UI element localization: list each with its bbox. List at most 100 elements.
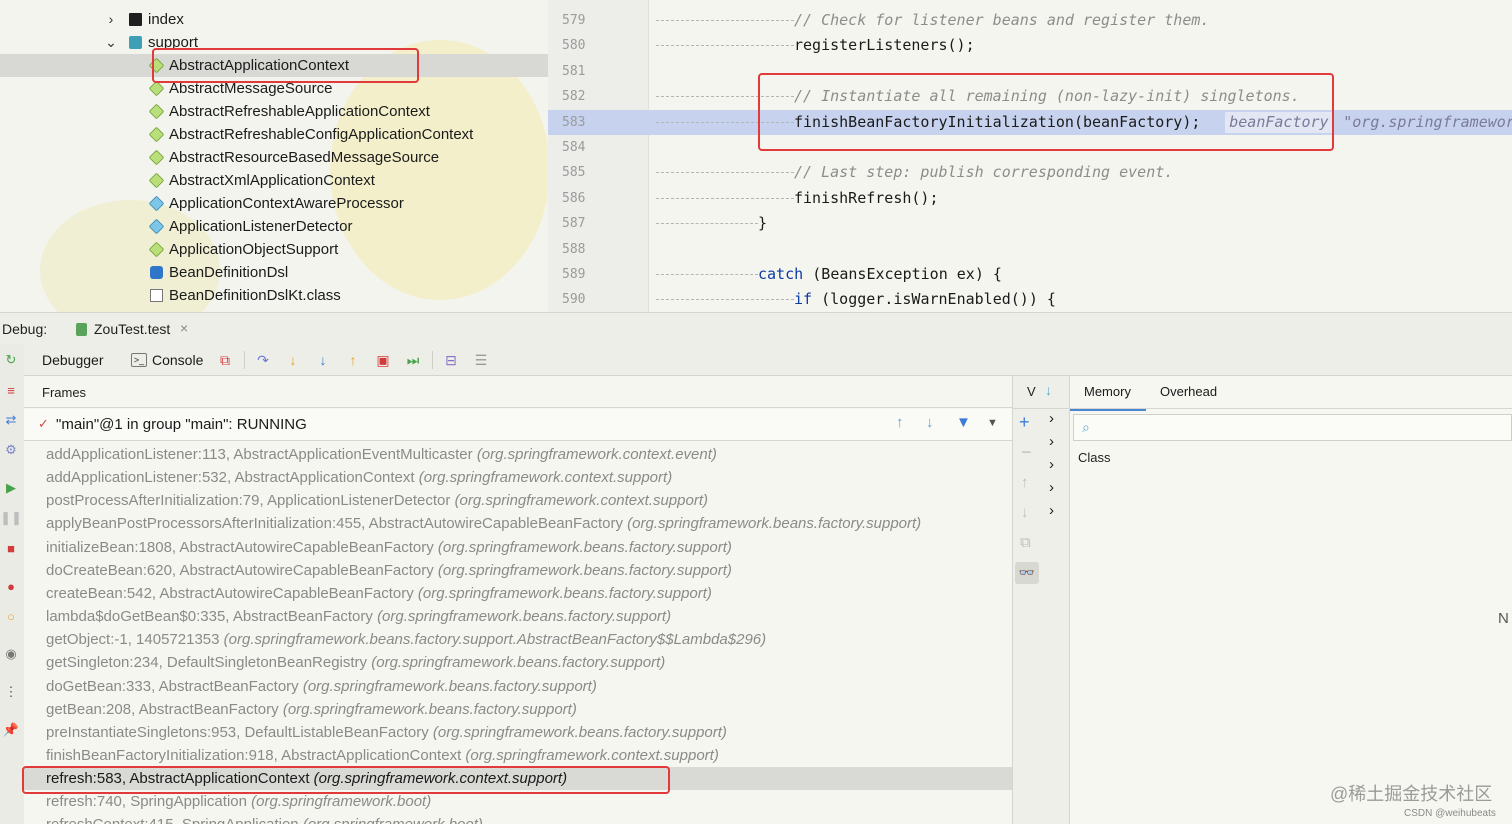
code-line[interactable]: 583 finishBeanFactoryInitialization(beanF… xyxy=(548,109,1512,135)
stack-frame-row[interactable]: initializeBean:1808, AbstractAutowireCap… xyxy=(24,536,1012,559)
code-line[interactable]: 590 if (logger.isWarnEnabled()) { xyxy=(548,287,1512,312)
stack-frame-row[interactable]: refresh:583, AbstractApplicationContext … xyxy=(24,767,1012,791)
chevron-right-icon[interactable]: › xyxy=(1049,410,1054,427)
stack-frame-row[interactable]: getSingleton:234, DefaultSingletonBeanRe… xyxy=(24,651,1012,674)
code-line[interactable]: 588 xyxy=(548,237,1512,262)
view-breakpoints-icon[interactable]: ● xyxy=(3,578,19,594)
tree-item-applicationcontextawareprocessor[interactable]: ApplicationContextAwareProcessor xyxy=(0,192,548,215)
tree-item-applicationobjectsupport[interactable]: ApplicationObjectSupport xyxy=(0,238,548,261)
chevron-right-icon[interactable]: › xyxy=(1049,433,1054,450)
glasses-icon[interactable]: 👓 xyxy=(1015,562,1039,584)
code-line[interactable]: 586 finishRefresh(); xyxy=(548,186,1512,211)
tab-overhead[interactable]: Overhead xyxy=(1160,376,1217,408)
stop-icon[interactable]: ■ xyxy=(3,540,19,556)
add-watch-icon[interactable]: + xyxy=(1019,412,1030,433)
code-line[interactable]: 582 // Instantiate all remaining (non-laz… xyxy=(548,84,1512,109)
stack-frame-row[interactable]: refreshContext:415, SpringApplication (o… xyxy=(24,813,1012,824)
code-editor[interactable]: 579 // Check for listener beans and regis… xyxy=(548,0,1512,312)
stack-frame-row[interactable]: refresh:740, SpringApplication (org.spri… xyxy=(24,790,1012,813)
force-step-into-icon[interactable]: ↓ xyxy=(315,352,331,368)
drop-frame-icon[interactable]: ▣ xyxy=(375,352,391,368)
pin-icon[interactable]: 📌 xyxy=(3,722,19,738)
tree-item-abstractrefreshableapplicationcontext[interactable]: AbstractRefreshableApplicationContext xyxy=(0,100,548,123)
line-number[interactable]: 590 xyxy=(562,287,592,312)
line-number[interactable]: 581 xyxy=(562,59,592,84)
tree-item-applicationlistenerdetector[interactable]: ApplicationListenerDetector xyxy=(0,215,548,238)
line-number[interactable]: 587 xyxy=(562,211,592,236)
tree-item-abstractrefreshableconfigapplicationcontext[interactable]: AbstractRefreshableConfigApplicationCont… xyxy=(0,123,548,146)
move-down-icon[interactable]: ↓ xyxy=(1021,504,1029,521)
chevron-right-icon[interactable]: › xyxy=(1049,502,1054,519)
stack-frame-row[interactable]: doGetBean:333, AbstractBeanFactory (org.… xyxy=(24,675,1012,698)
stack-frame-row[interactable]: lambda$doGetBean$0:335, AbstractBeanFact… xyxy=(24,605,1012,628)
close-session-icon[interactable]: ≡ xyxy=(3,382,19,398)
step-into-icon[interactable]: ↓ xyxy=(285,352,301,368)
tree-item-abstractxmlapplicationcontext[interactable]: AbstractXmlApplicationContext xyxy=(0,169,548,192)
line-number[interactable]: 582 xyxy=(562,84,592,109)
inline-debug-hint-value[interactable]: "org.springframewor xyxy=(1343,110,1512,135)
step-over-icon[interactable]: ↷ xyxy=(255,352,271,368)
code-line[interactable]: 580 registerListeners(); xyxy=(548,33,1512,58)
code-line[interactable]: 589 catch (BeansException ex) { xyxy=(548,262,1512,287)
copy-icon[interactable]: ⧉ xyxy=(1020,534,1031,551)
camera-icon[interactable]: ◉ xyxy=(3,646,19,662)
remove-watch-icon[interactable]: − xyxy=(1021,442,1032,463)
restore-layout-icon[interactable]: ⧉ xyxy=(217,352,233,368)
line-number[interactable]: 579 xyxy=(562,8,592,33)
inline-debug-hint-name[interactable]: beanFactory xyxy=(1225,111,1333,133)
code-line[interactable]: 579 // Check for listener beans and regis… xyxy=(548,8,1512,33)
stack-frame-row[interactable]: getObject:-1, 1405721353 (org.springfram… xyxy=(24,628,1012,651)
tree-item-beandefinitiondsl[interactable]: BeanDefinitionDsl xyxy=(0,261,548,284)
line-number[interactable]: 586 xyxy=(562,186,592,211)
tree-item-index[interactable]: › index xyxy=(0,8,548,31)
settings-icon[interactable]: ⚙ xyxy=(3,442,19,458)
more-icon[interactable]: ⋮ xyxy=(3,684,19,700)
restore-icon[interactable]: ⇄ xyxy=(3,412,19,428)
tree-item-abstractmessagesource[interactable]: AbstractMessageSource xyxy=(0,77,548,100)
close-icon[interactable]: × xyxy=(180,320,188,336)
column-header-class[interactable]: Class xyxy=(1078,450,1111,465)
line-number[interactable]: 589 xyxy=(562,262,592,287)
stack-frame-row[interactable]: finishBeanFactoryInitialization:918, Abs… xyxy=(24,744,1012,767)
evaluate-expression-icon[interactable]: ⊟ xyxy=(443,352,459,368)
thread-selector[interactable]: ✓ "main"@1 in group "main": RUNNING ↑ ↓ … xyxy=(24,409,1012,441)
tree-item-support[interactable]: ⌄ support xyxy=(0,31,548,54)
class-search-input[interactable]: ⌕ xyxy=(1073,414,1512,441)
chevron-right-icon[interactable]: › xyxy=(104,8,118,31)
trace-icon[interactable]: ☰ xyxy=(473,352,489,368)
line-number[interactable]: 583 xyxy=(562,110,592,135)
chevron-right-icon[interactable]: › xyxy=(1049,479,1054,496)
tab-debugger[interactable]: Debugger xyxy=(34,344,118,379)
line-number[interactable]: 580 xyxy=(562,33,592,58)
arrow-up-icon[interactable]: ↑ xyxy=(896,414,904,431)
thread-label[interactable]: "main"@1 in group "main": RUNNING xyxy=(56,416,307,433)
tree-item-partial[interactable]: non xyxy=(0,0,548,7)
stack-frame-row[interactable]: getBean:208, AbstractBeanFactory (org.sp… xyxy=(24,698,1012,721)
tree-item-beandefinitiondslkt[interactable]: BeanDefinitionDslKt.class xyxy=(0,284,548,307)
stack-frame-row[interactable]: preInstantiateSingletons:953, DefaultLis… xyxy=(24,721,1012,744)
chevron-down-icon[interactable]: ⌄ xyxy=(104,31,118,54)
filter-icon[interactable]: ▼ xyxy=(956,414,971,431)
stack-frame-row[interactable]: postProcessAfterInitialization:79, Appli… xyxy=(24,489,1012,512)
move-up-icon[interactable]: ↑ xyxy=(1021,474,1029,491)
stack-frame-row[interactable]: applyBeanPostProcessorsAfterInitializati… xyxy=(24,512,1012,535)
line-number[interactable]: 585 xyxy=(562,160,592,185)
code-line[interactable]: 581 xyxy=(548,59,1512,84)
tab-memory[interactable]: Memory xyxy=(1070,376,1146,411)
arrow-down-icon[interactable]: ↓ xyxy=(1045,382,1052,398)
code-line[interactable]: 587} xyxy=(548,211,1512,236)
resume-icon[interactable]: ▶ xyxy=(3,480,19,496)
stack-frame-row[interactable]: addApplicationListener:113, AbstractAppl… xyxy=(24,443,1012,466)
class-search-field[interactable] xyxy=(1102,418,1502,437)
chevron-down-icon[interactable]: ▼ xyxy=(987,417,998,429)
stack-frame-row[interactable]: createBean:542, AbstractAutowireCapableB… xyxy=(24,582,1012,605)
line-number[interactable]: 588 xyxy=(562,237,592,262)
step-out-icon[interactable]: ↑ xyxy=(345,352,361,368)
line-number[interactable]: 584 xyxy=(562,135,592,160)
session-tab[interactable]: ZouTest.test xyxy=(94,321,170,337)
code-line[interactable]: 584 xyxy=(548,135,1512,160)
chevron-right-icon[interactable]: › xyxy=(1049,456,1054,473)
stack-frame-row[interactable]: addApplicationListener:532, AbstractAppl… xyxy=(24,466,1012,489)
code-line[interactable]: 585 // Last step: publish corresponding e… xyxy=(548,160,1512,185)
pause-icon[interactable]: ❚❚ xyxy=(0,510,22,526)
